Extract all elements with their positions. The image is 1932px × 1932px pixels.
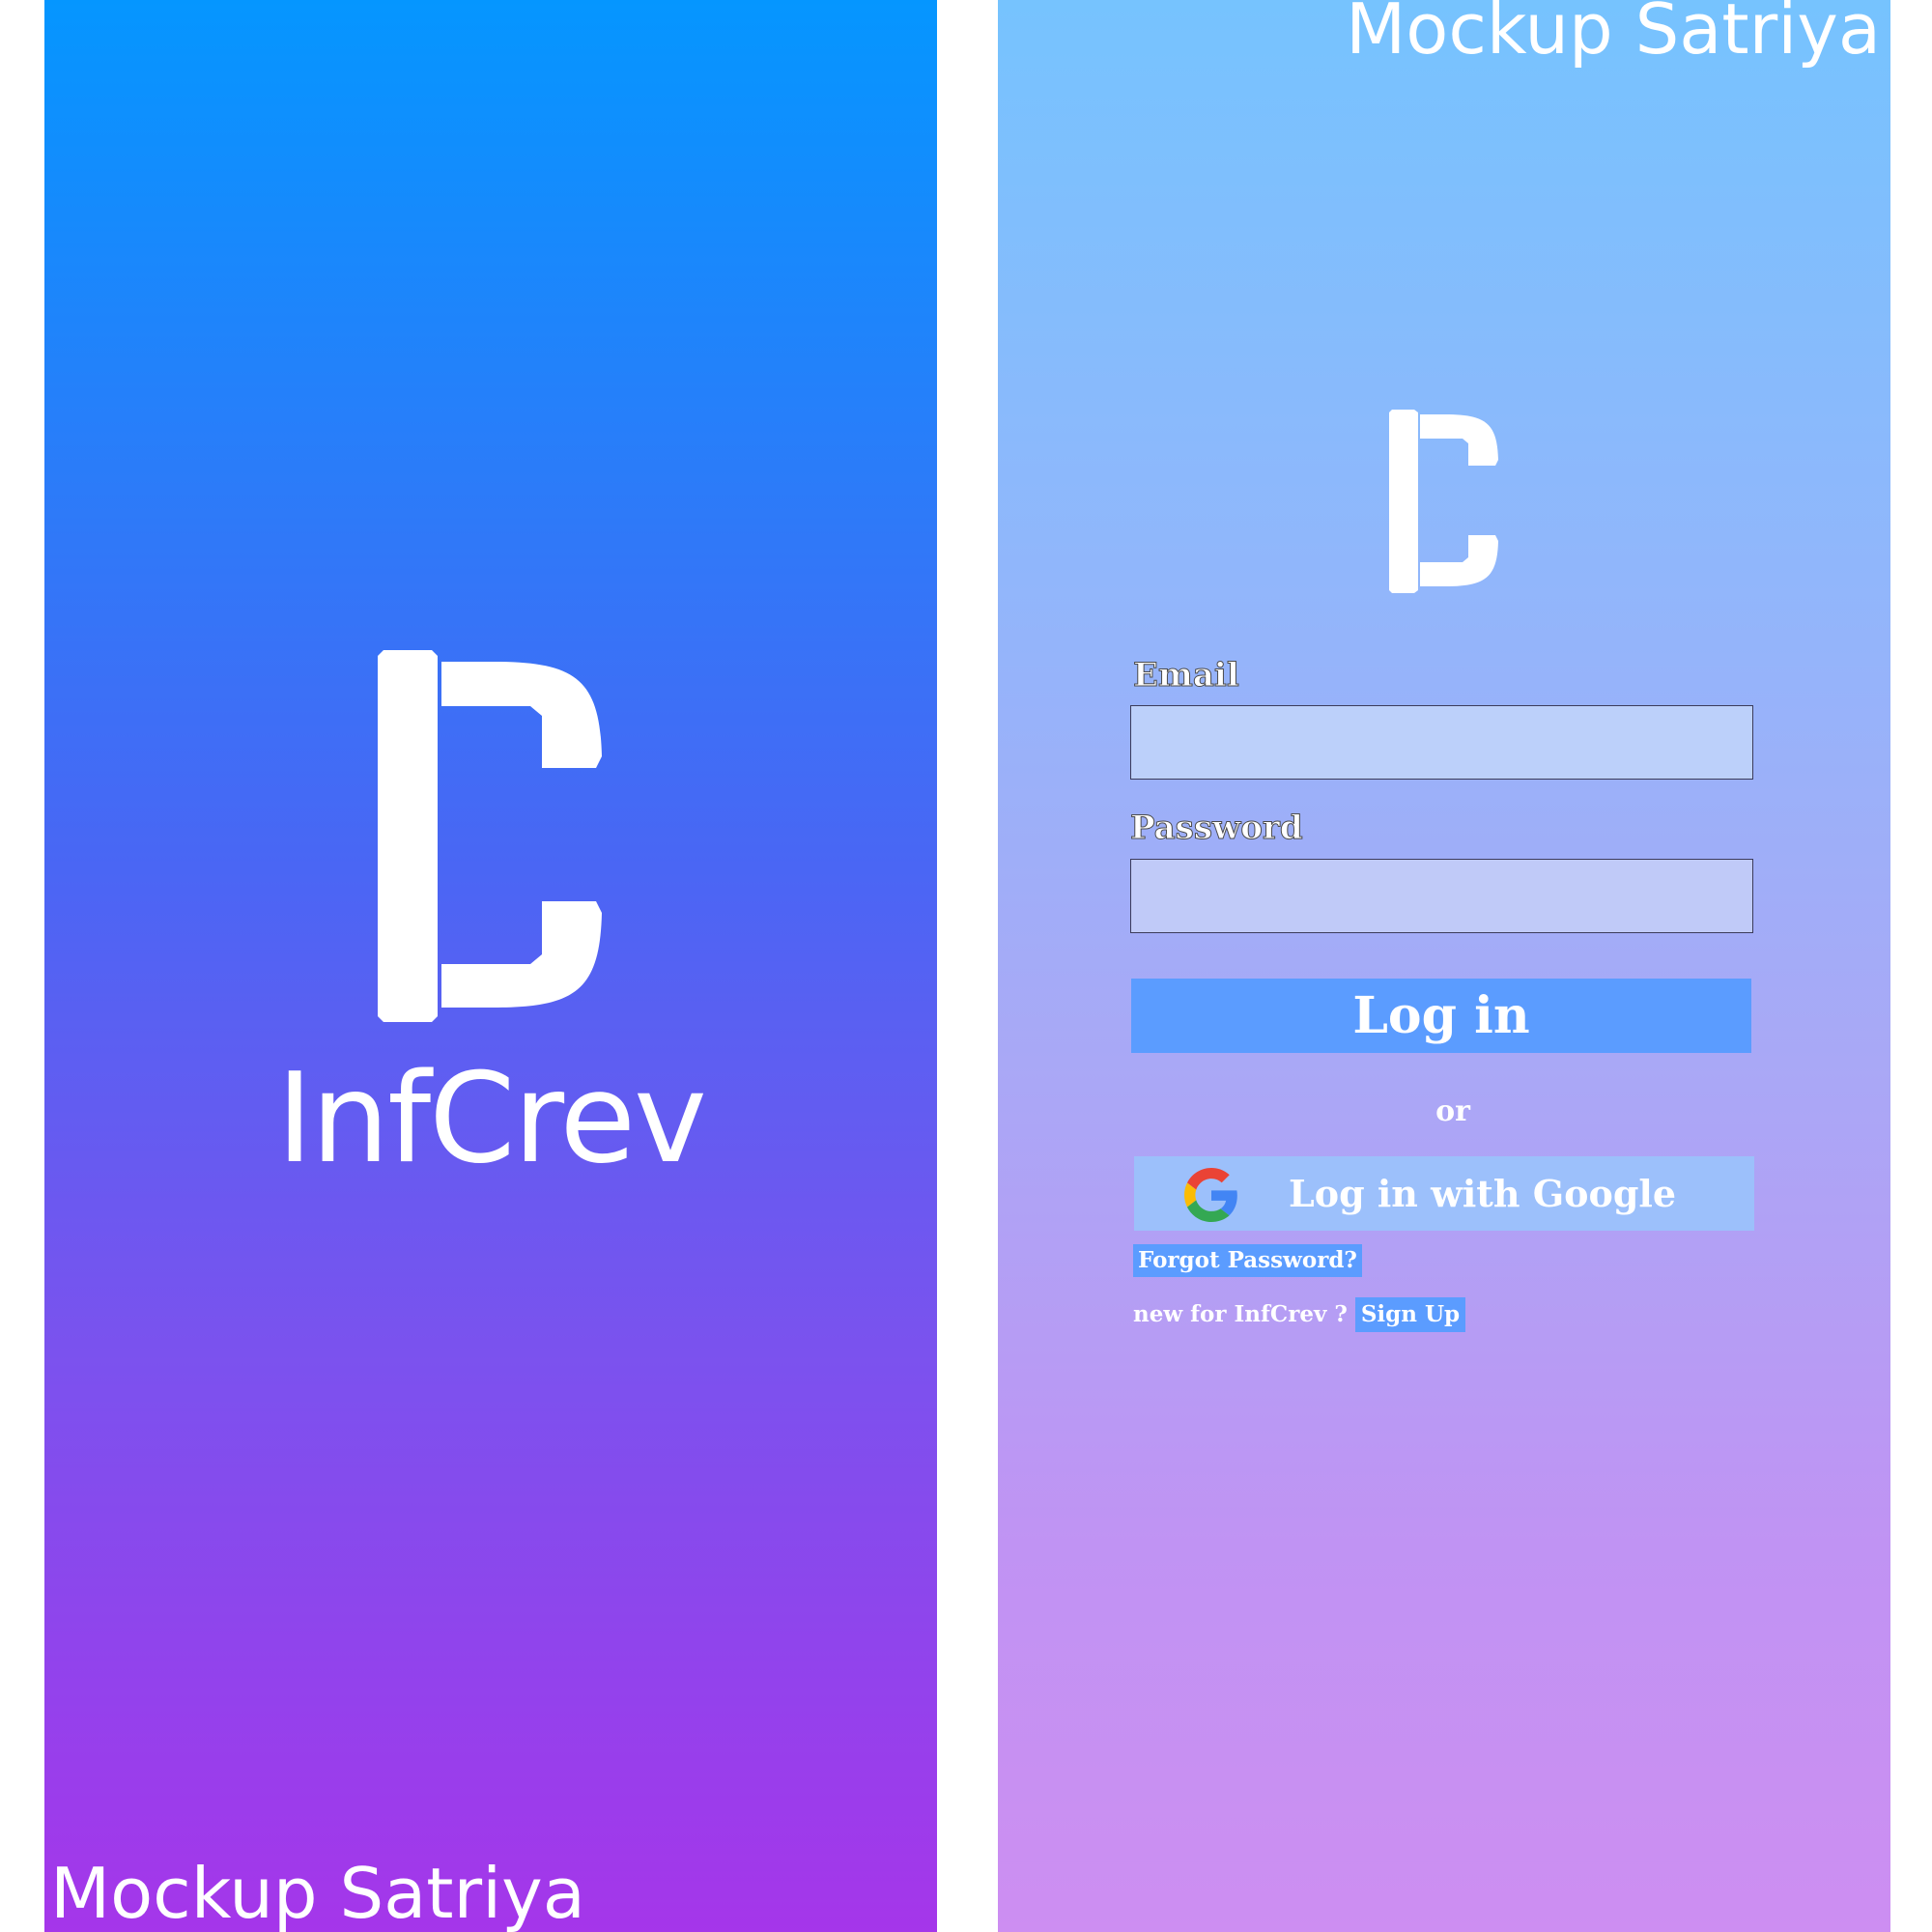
watermark: Mockup Satriya xyxy=(50,1853,585,1932)
password-label: Password xyxy=(1130,809,1304,847)
email-field[interactable] xyxy=(1130,705,1753,780)
signup-prompt: new for InfCrev ? xyxy=(1133,1301,1348,1327)
splash-screen: InfCrev Mockup Satriya xyxy=(44,0,937,1932)
infcrev-logo-icon xyxy=(1389,410,1498,593)
or-divider: or xyxy=(1435,1094,1470,1128)
watermark: Mockup Satriya xyxy=(1346,0,1881,70)
password-field[interactable] xyxy=(1130,859,1753,933)
google-login-button[interactable]: Log in with Google xyxy=(1134,1156,1754,1231)
google-icon xyxy=(1184,1168,1237,1222)
login-screen: Mockup Satriya Email Password Log in or … xyxy=(998,0,1890,1932)
google-login-label: Log in with Google xyxy=(1289,1172,1677,1215)
forgot-password-link[interactable]: Forgot Password? xyxy=(1133,1244,1362,1277)
app-name: InfCrev xyxy=(276,1047,707,1191)
signup-row: new for InfCrev ? Sign Up xyxy=(1133,1297,1466,1332)
login-button[interactable]: Log in xyxy=(1131,979,1751,1053)
signup-link[interactable]: Sign Up xyxy=(1354,1297,1466,1332)
email-label: Email xyxy=(1133,656,1240,695)
infcrev-logo-icon xyxy=(378,650,602,1022)
mockup-canvas: InfCrev Mockup Satriya Mockup Satriya Em… xyxy=(0,0,1932,1932)
